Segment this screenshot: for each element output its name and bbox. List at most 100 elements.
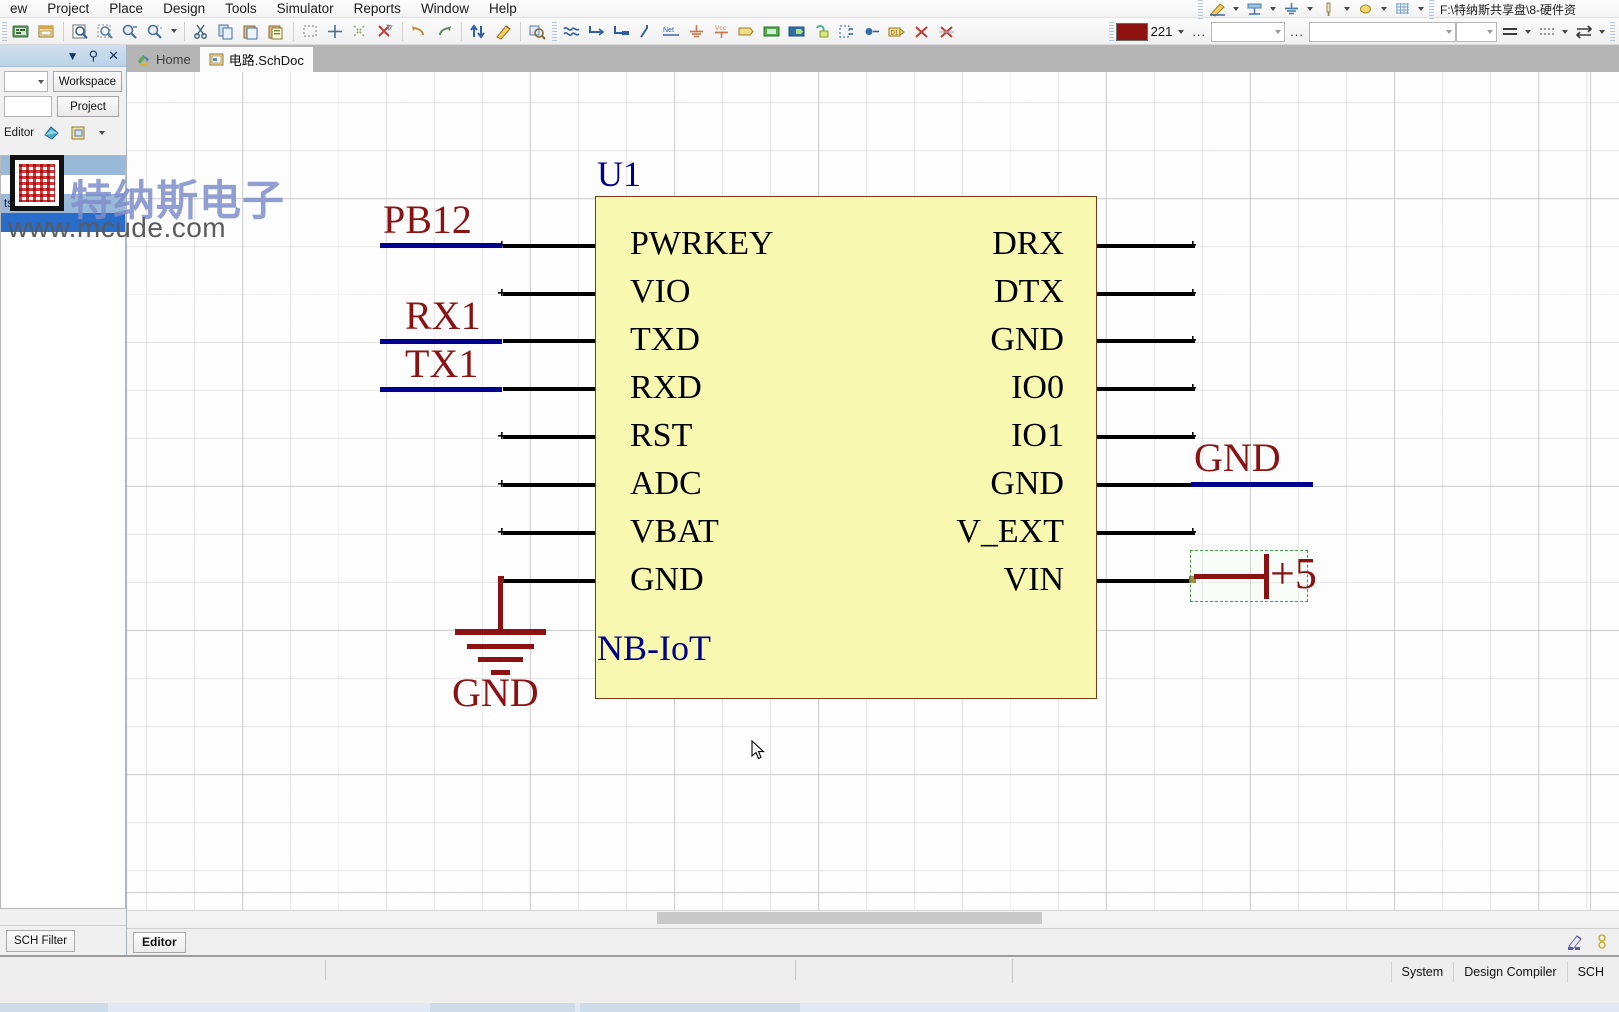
- component-designator[interactable]: U1: [597, 156, 641, 192]
- place-net-label-icon[interactable]: Net: [659, 20, 684, 43]
- project-field[interactable]: [4, 96, 52, 117]
- align-caret-icon[interactable]: [1522, 20, 1534, 43]
- menu-item-place[interactable]: Place: [99, 0, 153, 18]
- menu-item-view[interactable]: ew: [0, 0, 37, 18]
- component-pin-icon[interactable]: [1316, 0, 1341, 21]
- net-label-pb12[interactable]: PB12: [383, 200, 472, 240]
- net-label-rx1[interactable]: RX1: [405, 296, 481, 336]
- gnd-power-port-symbol[interactable]: [455, 578, 600, 678]
- wire-drx[interactable]: [1097, 244, 1195, 248]
- line-style-icon[interactable]: [1205, 0, 1230, 21]
- menu-item-reports[interactable]: Reports: [344, 0, 411, 18]
- paste-icon[interactable]: [239, 20, 264, 43]
- wire-dtx[interactable]: [1097, 292, 1195, 296]
- place-sheet-symbol-icon[interactable]: [759, 20, 784, 43]
- panel-chain-icon[interactable]: [1591, 932, 1613, 952]
- deselect-all-icon[interactable]: [373, 20, 398, 43]
- place-bus-icon[interactable]: [584, 20, 609, 43]
- workspace-button[interactable]: Workspace: [52, 71, 122, 92]
- undo-icon[interactable]: [407, 20, 432, 43]
- font-size-combo[interactable]: [1456, 21, 1497, 42]
- sch-filter-tab[interactable]: SCH Filter: [6, 929, 76, 952]
- color-more-button[interactable]: ...: [1187, 24, 1211, 39]
- zoom-dropdown-caret-icon[interactable]: [168, 20, 180, 43]
- color-swatch[interactable]: [1115, 22, 1148, 41]
- select-area-icon[interactable]: [298, 20, 323, 43]
- zoom-out-icon[interactable]: [143, 20, 168, 43]
- menu-item-design[interactable]: Design: [153, 0, 215, 18]
- highlight-pen-icon[interactable]: [1564, 932, 1586, 952]
- move-selection-icon[interactable]: [323, 20, 348, 43]
- place-part-icon[interactable]: D1: [884, 20, 909, 43]
- wire-vext[interactable]: [1097, 531, 1195, 535]
- no-erc-icon[interactable]: [909, 20, 934, 43]
- schematic-canvas[interactable]: U1 NB-IoT PWRKEY VIO TXD RXD RST ADC VBA…: [127, 72, 1619, 910]
- pin-icon[interactable]: ⚲: [89, 49, 99, 62]
- editor-tab[interactable]: Editor: [133, 931, 186, 953]
- power-port-plus5[interactable]: +5: [1190, 550, 1317, 602]
- ground-style-caret-icon[interactable]: [1304, 0, 1316, 21]
- junction-style-caret-icon[interactable]: [1378, 0, 1390, 21]
- net-wire-pb12[interactable]: [380, 243, 502, 248]
- font-combo[interactable]: [1309, 21, 1456, 42]
- net-label-tx1[interactable]: TX1: [405, 344, 478, 384]
- tab-schematic-document[interactable]: 电路.SchDoc: [199, 47, 313, 72]
- redo-icon[interactable]: [432, 20, 457, 43]
- up-down-hierarchy-icon[interactable]: [466, 20, 491, 43]
- toolbar-grip-6[interactable]: [1610, 22, 1615, 41]
- open-document-icon[interactable]: [9, 20, 34, 43]
- paste-special-icon[interactable]: [264, 20, 289, 43]
- panel-button-design-compiler[interactable]: Design Compiler: [1453, 962, 1566, 982]
- place-wire-icon[interactable]: [559, 20, 584, 43]
- toolbar-grip-5[interactable]: [1108, 22, 1114, 41]
- component-pin-caret-icon[interactable]: [1341, 0, 1353, 21]
- place-signal-harness-icon[interactable]: [609, 20, 634, 43]
- wire-gnd-r2[interactable]: [1097, 483, 1195, 487]
- taskbar-segment[interactable]: [0, 1003, 108, 1012]
- taskbar-segment[interactable]: [580, 1003, 800, 1012]
- bus-style-caret-icon[interactable]: [1267, 0, 1279, 21]
- compile-icon[interactable]: [40, 123, 62, 143]
- menu-item-tools[interactable]: Tools: [215, 0, 267, 18]
- net-label-gnd-right[interactable]: GND: [1194, 438, 1281, 478]
- place-sheet-entry-icon[interactable]: [784, 20, 809, 43]
- open-project-icon[interactable]: [68, 123, 90, 143]
- panel-button-system[interactable]: System: [1390, 962, 1454, 982]
- line-width-combo[interactable]: [1211, 21, 1286, 42]
- toolbar-grip[interactable]: [2, 21, 7, 41]
- place-device-sheet-icon[interactable]: [809, 20, 834, 43]
- space-caret-icon[interactable]: [1596, 20, 1608, 43]
- wire-gnd-r1[interactable]: [1097, 339, 1195, 343]
- grid-style-caret-icon[interactable]: [1415, 0, 1427, 21]
- place-gnd-power-port-icon[interactable]: [684, 20, 709, 43]
- ground-style-icon[interactable]: [1279, 0, 1304, 21]
- copy-icon[interactable]: [214, 20, 239, 43]
- scrollbar-thumb[interactable]: [657, 912, 1042, 924]
- menu-item-window[interactable]: Window: [411, 0, 479, 18]
- gnd-port-label[interactable]: GND: [452, 673, 539, 713]
- junction-style-icon[interactable]: [1353, 0, 1378, 21]
- distribute-icon[interactable]: [1534, 20, 1559, 43]
- place-harness-entry-icon[interactable]: [859, 20, 884, 43]
- print-preview-icon[interactable]: [68, 20, 93, 43]
- cross-probe-icon[interactable]: [491, 20, 516, 43]
- net-wire-tx1[interactable]: [380, 387, 502, 392]
- place-bus-entry-icon[interactable]: [634, 20, 659, 43]
- menu-item-project[interactable]: Project: [37, 0, 99, 18]
- align-left-icon[interactable]: [1497, 20, 1522, 43]
- project-tree-list[interactable]: ts: [0, 155, 126, 909]
- wire-vin[interactable]: [1097, 579, 1195, 583]
- project-button[interactable]: Project: [57, 96, 119, 117]
- tab-home[interactable]: Home: [127, 47, 200, 72]
- line-style-caret-icon[interactable]: [1230, 0, 1242, 21]
- place-vcc-power-port-icon[interactable]: Vcc: [709, 20, 734, 43]
- toolbar-grip-3[interactable]: [1198, 0, 1203, 19]
- grid-style-icon[interactable]: [1390, 0, 1415, 21]
- open-project-caret-icon[interactable]: [96, 121, 108, 144]
- canvas-horizontal-scrollbar[interactable]: [127, 910, 1619, 924]
- place-port-icon[interactable]: [734, 20, 759, 43]
- line-width-more-button[interactable]: ...: [1285, 24, 1309, 39]
- distribute-caret-icon[interactable]: [1559, 20, 1571, 43]
- wire-io1[interactable]: [1097, 435, 1195, 439]
- save-document-icon[interactable]: [34, 20, 59, 43]
